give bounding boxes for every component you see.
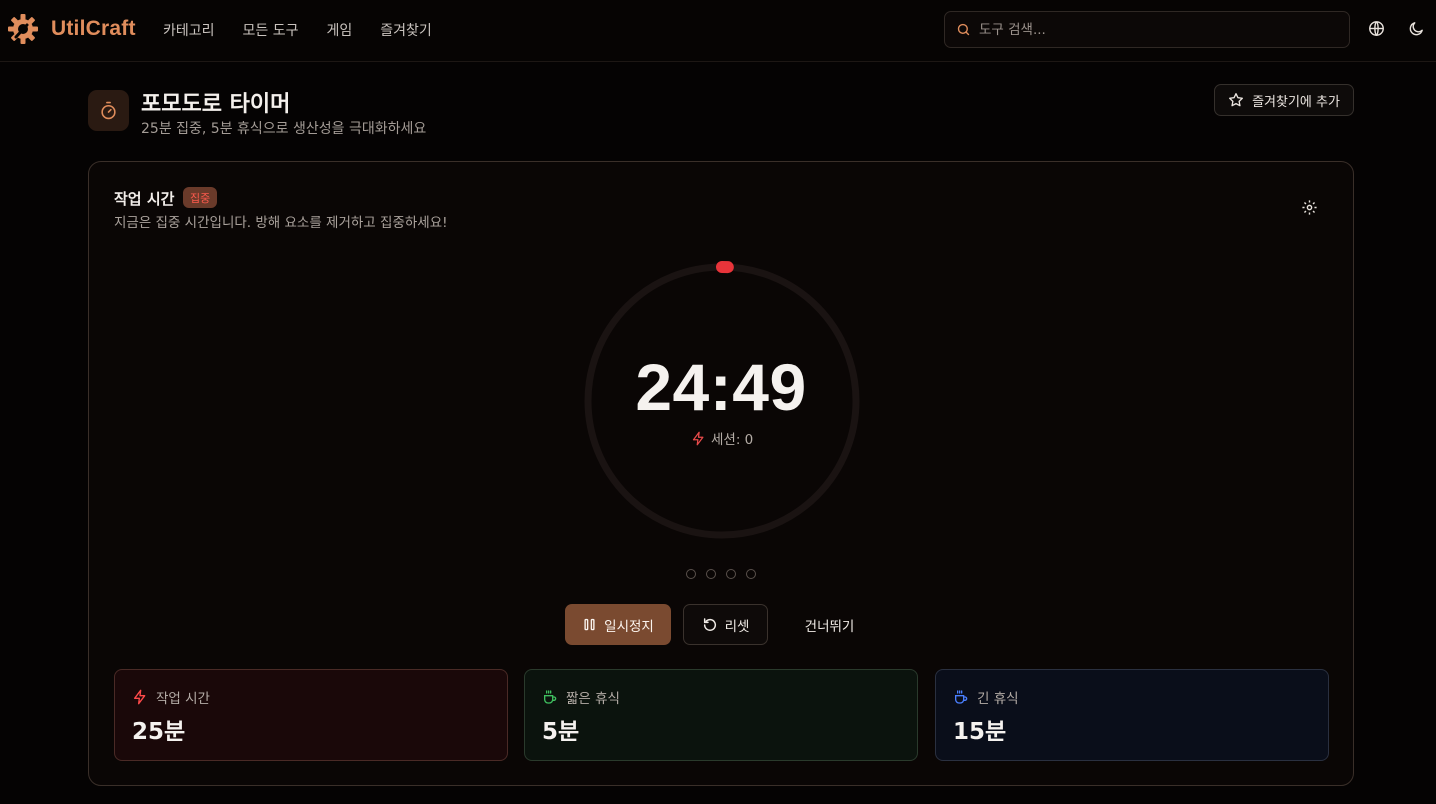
skip-label: 건너뛰기 <box>804 618 855 635</box>
logo[interactable]: UtilCraft <box>7 13 136 45</box>
settings-gear-icon[interactable] <box>1301 199 1318 216</box>
search-icon <box>956 22 971 37</box>
stat-card-work: 작업 시간 25분 <box>114 669 508 761</box>
lightning-icon <box>691 431 706 446</box>
session-label: 세션: 0 <box>711 432 754 448</box>
stat-value: 25분 <box>132 719 186 745</box>
stat-label: 작업 시간 <box>156 691 210 707</box>
stat-label-row: 작업 시간 <box>132 687 210 707</box>
timer-display: 24:49 <box>635 350 807 424</box>
session-dot <box>746 569 756 579</box>
globe-icon[interactable] <box>1368 20 1385 37</box>
coffee-icon <box>953 689 969 705</box>
phase-badge: 집중 <box>183 187 218 208</box>
gear-logo-icon <box>7 13 39 45</box>
nav-favorites[interactable]: 즐겨찾기 <box>380 20 432 40</box>
timer-card: 작업 시간 집중 지금은 집중 시간입니다. 방해 요소를 제거하고 집중하세요… <box>88 161 1354 786</box>
reset-icon <box>702 617 718 633</box>
stopwatch-tool-icon <box>88 90 129 131</box>
nav-games[interactable]: 게임 <box>327 20 353 40</box>
session-dots <box>686 569 756 579</box>
reset-label: 리셋 <box>724 618 750 635</box>
stat-card-long-break: 긴 휴식 15분 <box>935 669 1329 761</box>
lightning-icon <box>132 689 148 705</box>
search-input[interactable] <box>979 21 1339 38</box>
stat-label-row: 짧은 휴식 <box>542 687 620 707</box>
stat-label: 짧은 휴식 <box>566 691 620 707</box>
stat-label-row: 긴 휴식 <box>953 687 1019 707</box>
pause-button[interactable]: 일시정지 <box>565 604 671 645</box>
moon-icon[interactable] <box>1408 20 1425 37</box>
stat-value: 15분 <box>953 719 1007 745</box>
top-header: UtilCraft 카테고리 모든 도구 게임 즐겨찾기 <box>0 0 1436 62</box>
add-favorite-button[interactable]: 즐겨찾기에 추가 <box>1214 84 1354 116</box>
session-dot <box>726 569 736 579</box>
main-nav: 카테고리 모든 도구 게임 즐겨찾기 <box>163 20 432 40</box>
pause-label: 일시정지 <box>604 618 654 635</box>
skip-button[interactable]: 건너뛰기 <box>787 604 872 645</box>
add-favorite-label: 즐겨찾기에 추가 <box>1252 94 1340 110</box>
reset-button[interactable]: 리셋 <box>683 604 768 645</box>
pause-icon <box>582 617 597 632</box>
session-dot <box>706 569 716 579</box>
session-dot <box>686 569 696 579</box>
stat-value: 5분 <box>542 719 580 745</box>
phase-description: 지금은 집중 시간입니다. 방해 요소를 제거하고 집중하세요! <box>114 215 448 231</box>
stat-label: 긴 휴식 <box>977 691 1019 707</box>
session-counter: 세션: 0 <box>691 428 753 448</box>
page-title: 포모도로 타이머 <box>141 92 291 117</box>
coffee-icon <box>542 689 558 705</box>
nav-all-tools[interactable]: 모든 도구 <box>243 20 299 40</box>
phase-title: 작업 시간 <box>114 190 175 208</box>
nav-categories[interactable]: 카테고리 <box>163 20 215 40</box>
star-icon <box>1228 92 1244 108</box>
page-subtitle: 25분 집중, 5분 휴식으로 생산성을 극대화하세요 <box>141 121 427 137</box>
stat-card-short-break: 짧은 휴식 5분 <box>524 669 918 761</box>
search-box[interactable] <box>944 11 1350 48</box>
logo-text: UtilCraft <box>51 17 136 40</box>
